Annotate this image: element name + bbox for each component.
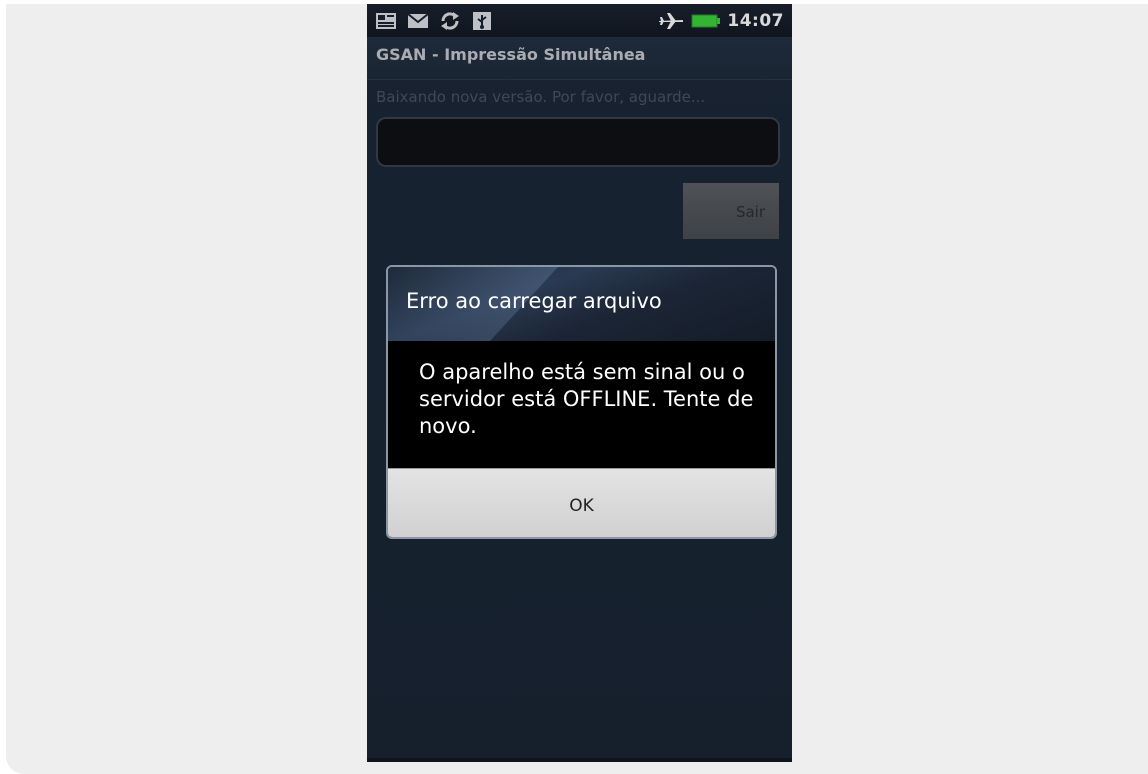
dialog-header: Erro ao carregar arquivo bbox=[388, 267, 775, 341]
ok-button[interactable]: OK bbox=[388, 469, 775, 537]
dialog-footer: OK bbox=[388, 468, 775, 537]
dialog-body: O aparelho está sem sinal ou o servidor … bbox=[388, 341, 775, 468]
error-dialog: Erro ao carregar arquivo O aparelho está… bbox=[386, 265, 777, 539]
dialog-message: O aparelho está sem sinal ou o servidor … bbox=[419, 360, 754, 438]
dialog-title: Erro ao carregar arquivo bbox=[406, 289, 662, 313]
phone-screen: 14:07 GSAN - Impressão Simultânea Baixan… bbox=[367, 4, 792, 762]
